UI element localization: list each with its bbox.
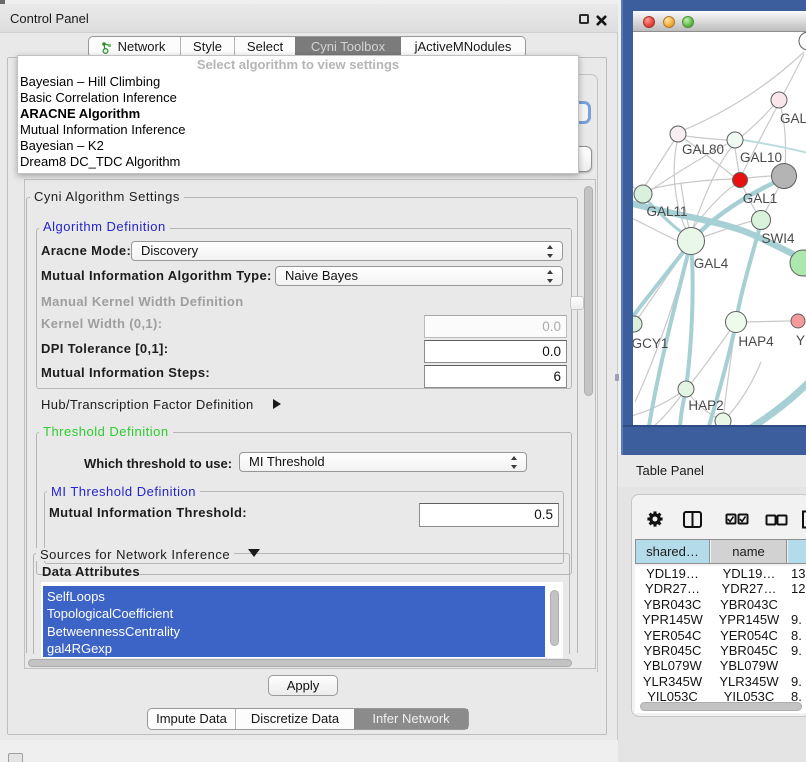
svg-text:GCY1: GCY1	[633, 336, 668, 351]
svg-text:GAL1: GAL1	[743, 191, 778, 206]
svg-text:GAL4: GAL4	[694, 256, 729, 271]
svg-text:YIL: YIL	[796, 333, 806, 348]
svg-text:GAL11: GAL11	[646, 204, 687, 219]
svg-text:HAP2: HAP2	[688, 398, 723, 413]
svg-text:HAP4: HAP4	[738, 334, 774, 349]
svg-text:GAL10: GAL10	[740, 150, 782, 165]
svg-text:SWI4: SWI4	[761, 231, 794, 246]
svg-text:GAL7: GAL7	[780, 111, 806, 126]
svg-text:GAL80: GAL80	[682, 142, 724, 157]
